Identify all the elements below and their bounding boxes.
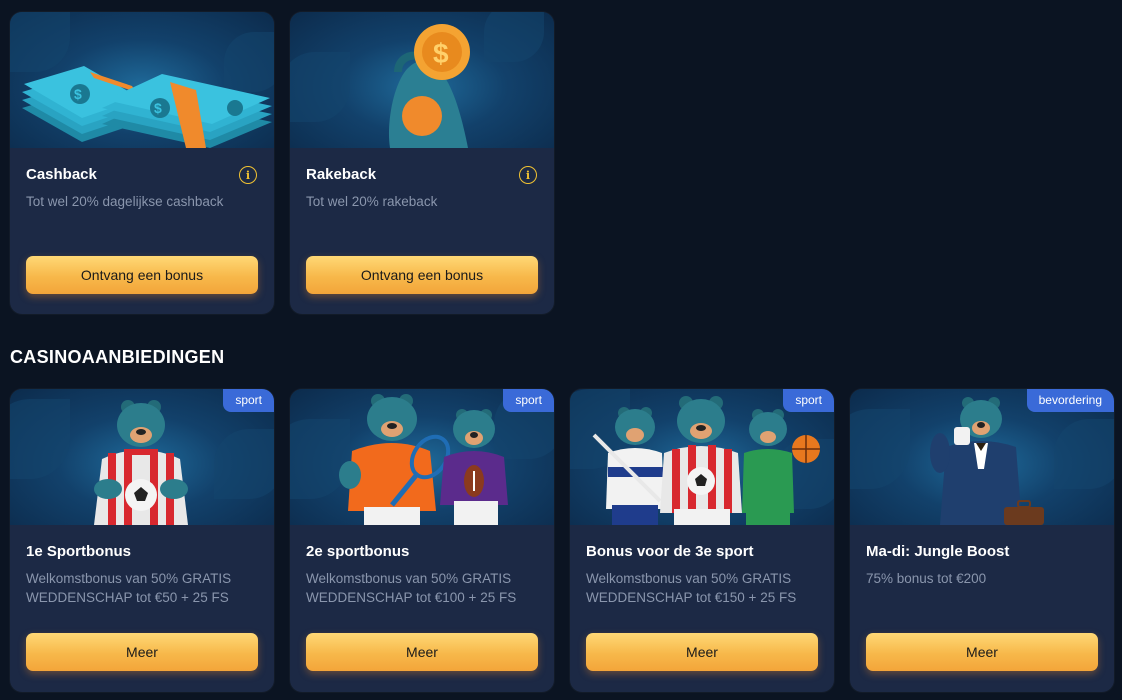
info-icon[interactable]: i [239, 166, 257, 184]
category-badge: sport [503, 389, 554, 412]
offer-card-sport-3: sport Bonus voor de 3e sport Welkomstbon… [570, 389, 834, 692]
category-badge: bevordering [1026, 389, 1114, 412]
offer-image: sport [570, 389, 834, 525]
card-description: 75% bonus tot €200 [866, 571, 987, 586]
more-button[interactable]: Meer [26, 633, 258, 671]
card-title: Ma-di: Jungle Boost [866, 543, 1010, 560]
rakeback-image: $ [290, 12, 554, 148]
claim-bonus-button[interactable]: Ontvang een bonus [306, 256, 538, 294]
card-description: Welkomstbonus van 50% GRATIS WEDDENSCHAP… [306, 571, 517, 605]
info-icon[interactable]: i [519, 166, 537, 184]
more-button[interactable]: Meer [306, 633, 538, 671]
money-stack-icon: $ $ [22, 66, 272, 148]
offer-card-sport-1: sport 1e Sportbonus Welkomstbonus van 50… [10, 389, 274, 692]
card-title: Cashback [26, 166, 97, 183]
svg-text:$: $ [154, 100, 162, 116]
category-badge: sport [223, 389, 274, 412]
rakeback-card: $ Rakeback i Tot wel 20% rakeback Ontvan… [290, 12, 554, 314]
cashback-card: $ $ Cashback i Tot wel 20% dagelijkse ca… [10, 12, 274, 314]
card-title: Bonus voor de 3e sport [586, 543, 754, 560]
offer-image: sport [290, 389, 554, 525]
card-title: 2e sportbonus [306, 543, 410, 560]
offer-card-sport-2: sport 2e sportbonus Welkomstbonus van 50… [290, 389, 554, 692]
card-title: Rakeback [306, 166, 377, 183]
category-badge: sport [783, 389, 834, 412]
cashback-image: $ $ [10, 12, 274, 148]
card-description: Tot wel 20% rakeback [306, 194, 438, 209]
more-button[interactable]: Meer [866, 633, 1098, 671]
svg-text:$: $ [74, 86, 82, 102]
offer-image: bevordering [850, 389, 1114, 525]
card-description: Welkomstbonus van 50% GRATIS WEDDENSCHAP… [586, 571, 797, 605]
svg-text:$: $ [433, 38, 449, 69]
offer-image: sport [10, 389, 274, 525]
coin-hand-icon: $ [388, 24, 470, 148]
card-description: Welkomstbonus van 50% GRATIS WEDDENSCHAP… [26, 571, 232, 605]
card-description: Tot wel 20% dagelijkse cashback [26, 194, 224, 209]
offer-card-promotion: bevordering Ma-di: Jungle Boost 75% bonu… [850, 389, 1114, 692]
claim-bonus-button[interactable]: Ontvang een bonus [26, 256, 258, 294]
more-button[interactable]: Meer [586, 633, 818, 671]
card-title: 1e Sportbonus [26, 543, 132, 560]
section-title: CASINOAANBIEDINGEN [10, 347, 225, 367]
